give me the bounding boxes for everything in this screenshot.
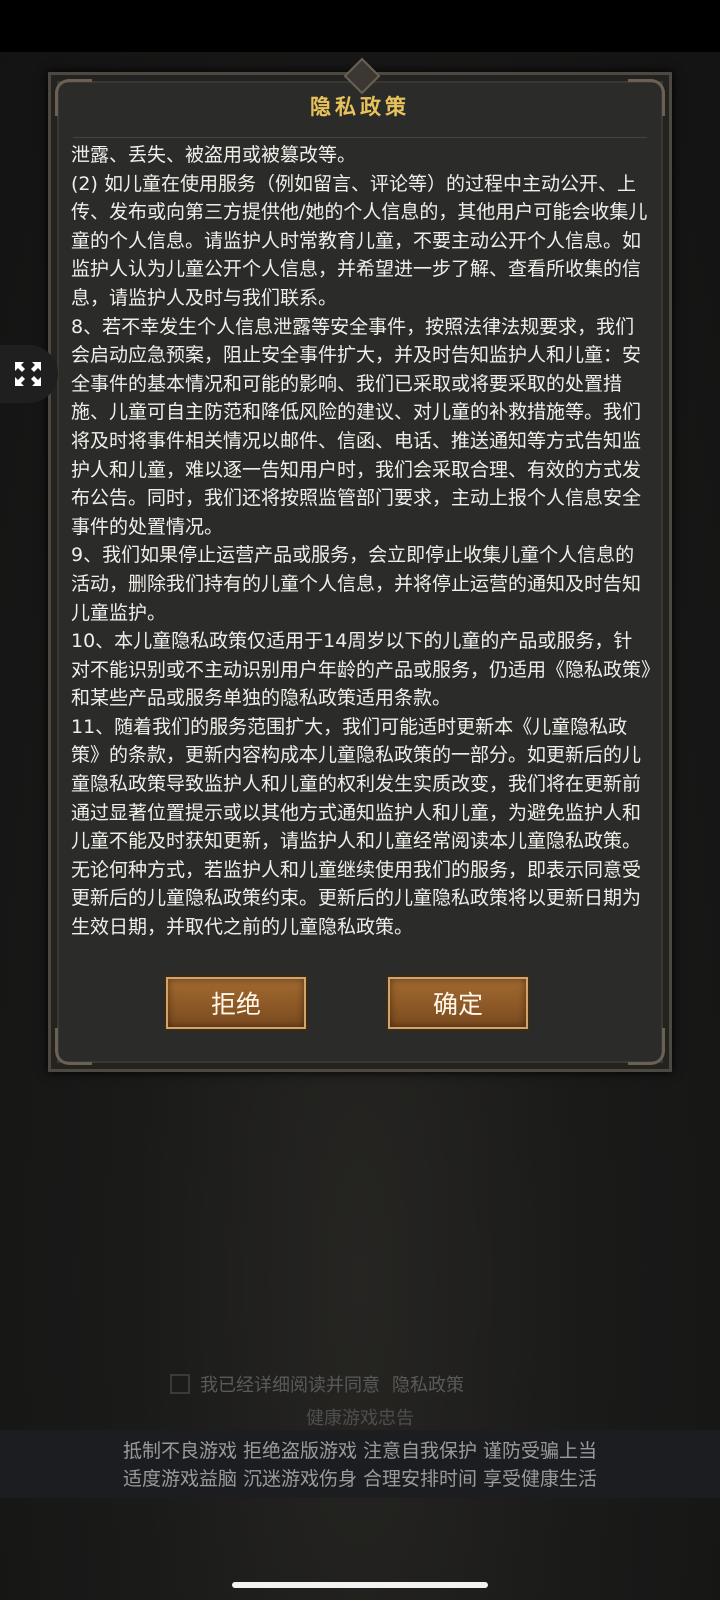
dialog-top-ornament <box>343 57 381 95</box>
health-notice-line: 抵制不良游戏 拒绝盗版游戏 注意自我保护 谨防受骗上当 <box>122 1440 598 1462</box>
policy-paragraph: (2) 如儿童在使用服务（例如留言、评论等）的过程中主动公开、上传、发布或向第三… <box>71 172 648 309</box>
confirm-button[interactable]: 确定 <box>388 977 528 1029</box>
expand-arrows-icon <box>15 362 41 386</box>
privacy-dialog: 隐私政策 泄露、丢失、被盗用或被篡改等。 (2) 如儿童在使用服务（例如留言、评… <box>48 57 672 1072</box>
policy-paragraph: 8、若不幸发生个人信息泄露等安全事件，按照法律法规要求，我们会启动应急预案，阻止… <box>71 315 642 538</box>
home-indicator[interactable] <box>232 1582 488 1588</box>
policy-paragraph: 10、本儿童隐私政策仅适用于14周岁以下的儿童的产品或服务，针对不能识别或不主动… <box>71 630 651 710</box>
reject-button[interactable]: 拒绝 <box>166 977 306 1029</box>
game-privacy-screen: 隐私政策 泄露、丢失、被盗用或被篡改等。 (2) 如儿童在使用服务（例如留言、评… <box>0 0 720 1600</box>
status-bar <box>0 0 720 52</box>
health-notice-line: 适度游戏益脑 沉迷游戏伤身 合理安排时间 享受健康生活 <box>122 1468 598 1490</box>
dialog-corner-ornament <box>628 1028 665 1065</box>
dialog-title: 隐私政策 <box>310 94 410 119</box>
dialog-corner-ornament <box>55 1028 92 1065</box>
policy-paragraph: 11、随着我们的服务范围扩大，我们可能适时更新本《儿童隐私政策》的条款，更新内容… <box>71 715 642 939</box>
agreement-text: 我已经详细阅读并同意 <box>200 1375 380 1396</box>
policy-text-scroll[interactable]: 泄露、丢失、被盗用或被篡改等。 (2) 如儿童在使用服务（例如留言、评论等）的过… <box>71 141 651 961</box>
agreement-row: 我已经详细阅读并同意 隐私政策 <box>170 1372 464 1396</box>
policy-paragraph: 泄露、丢失、被盗用或被篡改等。 <box>71 144 357 166</box>
health-notice-title: 健康游戏忠告 <box>306 1408 414 1429</box>
floating-assist-button[interactable] <box>0 345 58 403</box>
title-divider <box>73 137 647 138</box>
agree-checkbox[interactable] <box>170 1374 190 1394</box>
policy-paragraph: 9、我们如果停止运营产品或服务，会立即停止收集儿童个人信息的活动，删除我们持有的… <box>71 544 642 624</box>
privacy-policy-link[interactable]: 隐私政策 <box>392 1371 464 1397</box>
